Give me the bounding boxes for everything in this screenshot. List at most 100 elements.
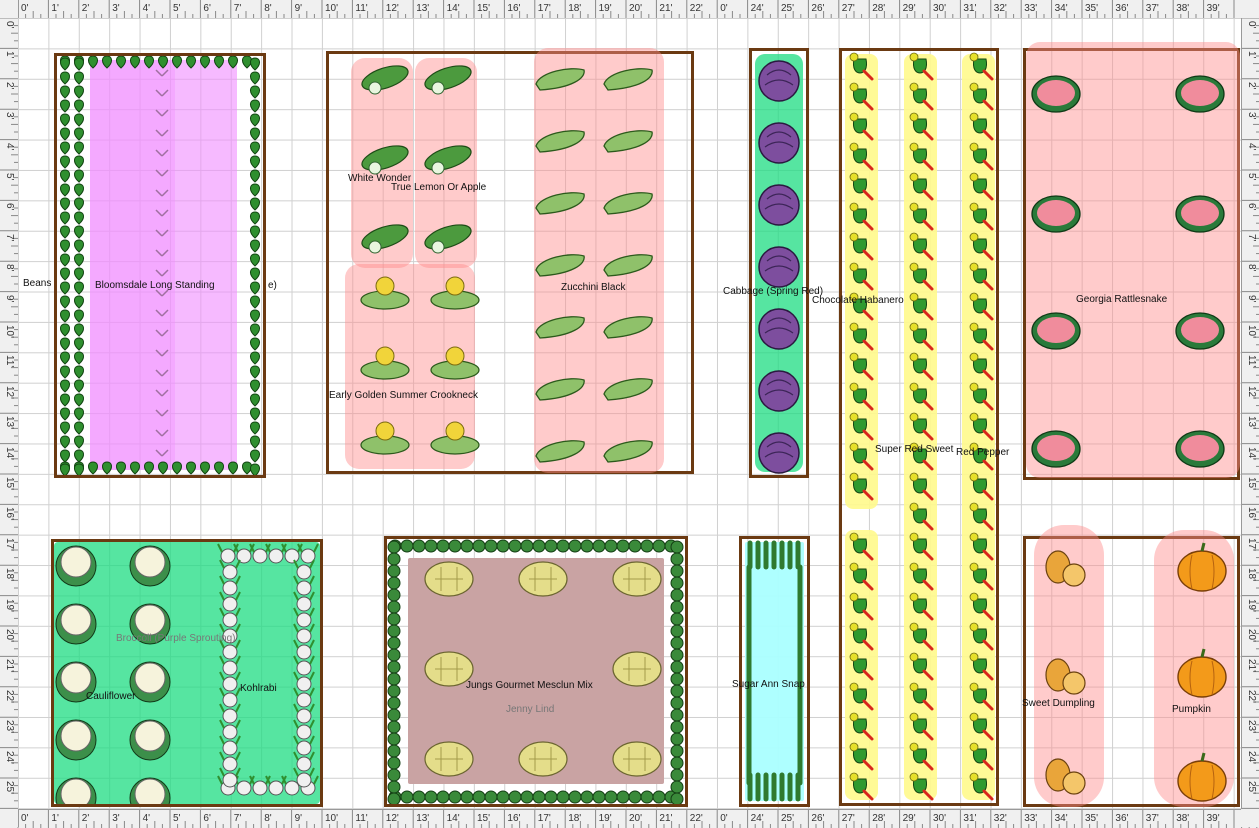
- red-pepper-icon: [909, 592, 934, 621]
- label-cabbage: Cabbage (Spring Red): [723, 286, 824, 297]
- red-pepper-icon: [909, 82, 934, 111]
- spinach-icon: [155, 389, 169, 397]
- label-peas: Sugar Ann Snap: [732, 679, 805, 690]
- lettuce-icon: [670, 648, 684, 662]
- spinach-icon: [155, 269, 169, 277]
- bean-leaf-icon: [158, 56, 168, 69]
- bean-leaf-icon: [60, 183, 70, 197]
- label-dumpling: Sweet Dumpling: [1022, 698, 1095, 709]
- bean-leaf-icon: [60, 127, 70, 141]
- crookneck-squash-icon: [360, 421, 410, 455]
- bean-leaf-icon: [250, 113, 260, 127]
- red-pepper-icon: [849, 772, 874, 801]
- ruler-tick-label: 30': [933, 813, 947, 824]
- bean-leaf-icon: [74, 295, 84, 309]
- bean-leaf-icon: [250, 309, 260, 323]
- spinach-icon: [155, 89, 169, 97]
- bean-leaf-icon: [250, 183, 260, 197]
- lettuce-icon: [520, 539, 534, 553]
- ruler-tick-label: 10': [325, 813, 339, 824]
- red-pepper-icon: [909, 622, 934, 651]
- bean-leaf-icon: [250, 99, 260, 113]
- ruler-tick-label: 13': [416, 3, 430, 14]
- ruler-tick-label: 3': [4, 112, 15, 120]
- ruler-corner: [1241, 0, 1259, 18]
- lettuce-icon: [670, 708, 684, 722]
- lettuce-icon: [532, 790, 546, 804]
- ruler-tick-label: 34': [1054, 813, 1068, 824]
- ruler-tick-label: 3': [112, 3, 120, 14]
- ruler-tick-label: 12': [4, 385, 15, 399]
- garden-canvas[interactable]: Beans Bloomsdale Long Standing e) White …: [18, 18, 1241, 809]
- lettuce-icon: [448, 790, 462, 804]
- lettuce-icon: [400, 790, 414, 804]
- red-cabbage-icon: [758, 122, 800, 164]
- label-bloomsdale-tail: e): [268, 280, 277, 291]
- ruler-tick-label: 4': [142, 3, 151, 14]
- lettuce-icon: [508, 539, 522, 553]
- zucchini-icon: [603, 192, 653, 215]
- red-pepper-icon: [969, 382, 994, 411]
- red-pepper-icon: [909, 682, 934, 711]
- spinach-icon: [155, 69, 169, 77]
- red-pepper-icon: [849, 172, 874, 201]
- label-kohlrabi: Kohlrabi: [240, 683, 277, 694]
- bean-leaf-icon: [74, 393, 84, 407]
- pumpkin-icon: [1177, 542, 1227, 592]
- ruler-tick-label: 7': [233, 813, 242, 824]
- red-pepper-icon: [849, 532, 874, 561]
- bean-leaf-icon: [60, 351, 70, 365]
- ruler-tick-label: 0': [720, 3, 728, 14]
- bean-leaf-icon: [250, 127, 260, 141]
- ruler-tick-label: 18': [568, 3, 582, 14]
- ruler-tick-label: 33': [1024, 813, 1038, 824]
- bean-leaf-icon: [130, 56, 140, 69]
- ruler-tick-label: 21': [659, 813, 673, 824]
- cauliflower-icon: [55, 603, 97, 645]
- cauliflower-icon: [129, 777, 171, 804]
- sweet-dumpling-squash-icon: [1045, 550, 1086, 587]
- ruler-tick-label: 21': [1246, 659, 1257, 673]
- bean-leaf-icon: [74, 197, 84, 211]
- bean-leaf-icon: [60, 141, 70, 155]
- ruler-tick-label: 37': [1145, 813, 1159, 824]
- lettuce-icon: [616, 790, 630, 804]
- bean-leaf-icon: [60, 57, 70, 71]
- bean-leaf-icon: [186, 461, 196, 475]
- red-pepper-icon: [909, 382, 934, 411]
- ruler-tick-label: 17': [537, 813, 551, 824]
- ruler-tick-label: 25': [781, 813, 795, 824]
- ruler-tick-label: 18': [4, 568, 15, 582]
- red-pepper-icon: [909, 202, 934, 231]
- lettuce-icon: [580, 539, 594, 553]
- ruler-tick-label: 13': [1246, 416, 1257, 430]
- bean-leaf-icon: [250, 211, 260, 225]
- bean-leaf-icon: [60, 197, 70, 211]
- lettuce-icon: [556, 790, 570, 804]
- beans-border-plants: [60, 56, 260, 475]
- bean-leaf-icon: [60, 337, 70, 351]
- lettuce-icon: [652, 539, 666, 553]
- label-cauliflower: Cauliflower: [86, 691, 136, 702]
- red-pepper-icon: [969, 772, 994, 801]
- ruler-tick-label: 8': [264, 3, 272, 14]
- ruler-tick-label: 30': [933, 3, 947, 14]
- bean-leaf-icon: [60, 463, 70, 475]
- ruler-tick-label: 25': [4, 781, 15, 795]
- ruler-tick-label: 37': [1145, 3, 1159, 14]
- ruler-tick-label: 14': [446, 3, 460, 14]
- red-pepper-icon: [909, 502, 934, 531]
- lettuce-icon: [592, 790, 606, 804]
- red-pepper-icon: [909, 412, 934, 441]
- lettuce-icon: [670, 780, 684, 794]
- ruler-tick-label: 9': [4, 294, 15, 303]
- cucumber-icon: [424, 145, 472, 175]
- bean-leaf-icon: [60, 281, 70, 295]
- red-pepper-icon: [849, 742, 874, 771]
- zucchini-icon: [603, 130, 653, 153]
- ruler-tick-label: 17': [1246, 537, 1257, 551]
- zucchini-icon: [603, 378, 653, 401]
- bean-leaf-icon: [250, 379, 260, 393]
- red-pepper-icon: [909, 652, 934, 681]
- red-cabbage-icon: [758, 308, 800, 350]
